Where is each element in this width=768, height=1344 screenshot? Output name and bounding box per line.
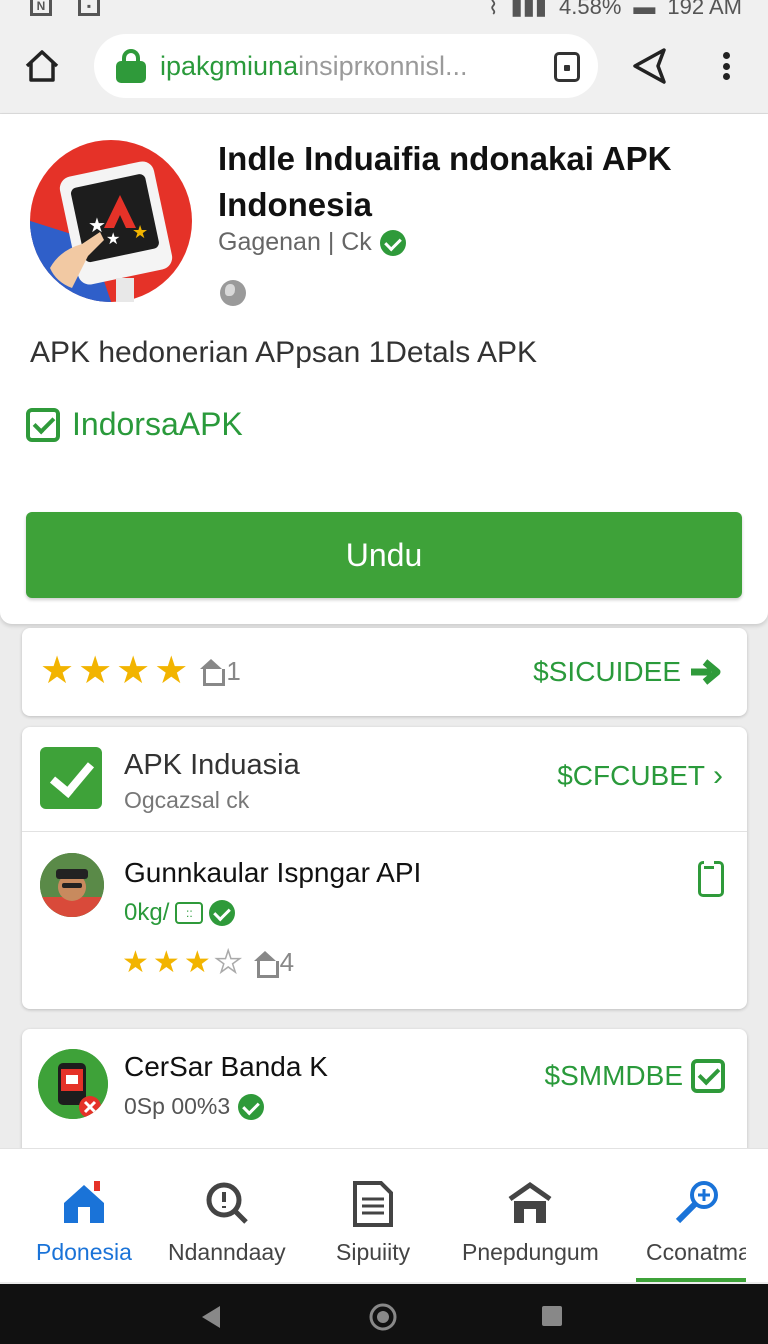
overflow-menu-icon[interactable] (716, 46, 736, 86)
lock-icon (116, 49, 146, 83)
globe-icon[interactable] (220, 280, 246, 306)
svg-text:★: ★ (88, 213, 106, 237)
browser-toolbar: ipakgmiuna insiprкonnisl... (0, 22, 768, 114)
home-icon (63, 1181, 104, 1223)
download-button[interactable]: Undu (26, 512, 742, 598)
star-icon: ★ (154, 650, 189, 692)
svg-text:★: ★ (132, 222, 148, 243)
divider (22, 831, 747, 832)
avatar[interactable] (40, 853, 104, 917)
rating-stars: ★ ★ ★ ★ 4 (122, 945, 295, 979)
wifi-icon: ⌇ (487, 0, 499, 19)
app-card-subtitle: 0Sp 00%3 (124, 1093, 265, 1120)
app-card-link-label: $SMMDBE (544, 1060, 683, 1091)
star-icon: ★ (152, 945, 180, 979)
notification-icons: N ▪ (30, 0, 100, 16)
nav-item-search[interactable]: Ndanndaay (168, 1179, 286, 1266)
svg-text:★: ★ (106, 229, 120, 248)
clock: 192 AM (667, 0, 742, 19)
list-item-size: 0kg/ (124, 899, 170, 926)
share-icon[interactable] (630, 46, 670, 86)
battery-text: 4.58% (559, 0, 622, 19)
nav-label: Ndanndaay (168, 1239, 286, 1265)
checkbox-icon (691, 1059, 725, 1093)
nav-item-zoom[interactable]: Cconatma (646, 1179, 746, 1266)
app-icon (38, 1049, 108, 1119)
address-bar[interactable]: ipakgmiuna insiprкonnisl... (94, 34, 598, 98)
notification-n-icon: N (30, 0, 52, 16)
document-icon (353, 1181, 394, 1227)
zoom-icon (675, 1181, 718, 1224)
nav-item-document[interactable]: Sipuiity (336, 1179, 410, 1266)
app-card-title[interactable]: CerSar Banda K (124, 1051, 328, 1083)
list-item-link[interactable]: $CFCUBET › (557, 759, 723, 793)
star-icon: ★ (78, 650, 113, 692)
active-tab-indicator (636, 1278, 746, 1282)
list-link-label: $CFCUBET (557, 760, 705, 791)
rating-card: ★ ★ ★ ★ 1 $SICUIDEE (22, 628, 747, 716)
review-count: 4 (253, 947, 295, 978)
badge-label: IndorsaAPK (72, 406, 243, 442)
nav-item-store[interactable]: Pnepdungum (462, 1179, 599, 1266)
status-bar: N ▪ ⌇ ▮▮▮ 4.58% ▬ 192 AM (0, 0, 768, 22)
list-item-subtitle: 0kg/ :: (124, 899, 236, 927)
back-icon[interactable] (198, 1304, 224, 1330)
verified-icon (238, 1093, 265, 1120)
list-item-title[interactable]: APK Induasia (124, 749, 300, 782)
house-icon (200, 659, 226, 686)
review-count: 1 (200, 655, 241, 687)
search-icon (206, 1182, 248, 1224)
house-icon (253, 950, 279, 978)
store-icon (508, 1181, 552, 1223)
endorsed-badge: IndorsaAPK (26, 406, 243, 443)
star-icon: ★ (183, 945, 211, 979)
tabs-icon[interactable] (554, 52, 580, 82)
app-logo: ★ ★ ★ (30, 140, 192, 302)
rating-link-label: $SICUIDEE (533, 656, 681, 687)
status-right: ⌇ ▮▮▮ 4.58% ▬ 192 AM (488, 0, 742, 20)
notification-image-icon: ▪ (78, 0, 100, 16)
signal-icon: ▮▮▮ (510, 0, 547, 19)
review-count-value: 4 (279, 947, 295, 977)
check-app-icon (40, 747, 102, 809)
related-apps-card: APK Induasia Ogcazsal ck $CFCUBET › Gunn… (22, 727, 747, 1009)
app-card-link[interactable]: $SMMDBE (545, 1059, 725, 1093)
nav-item-home[interactable]: Pdonesia (36, 1179, 132, 1266)
list-item-subtitle: Ogcazsal ck (124, 787, 250, 813)
nav-label: Sipuiity (336, 1239, 411, 1265)
verified-icon (209, 900, 236, 926)
verified-icon (379, 229, 406, 256)
chip-icon: :: (175, 902, 204, 924)
review-count-value: 1 (226, 655, 241, 686)
app-header-card: ★ ★ ★ Indle Induaifia ndonakai APK Indon… (0, 114, 768, 624)
app-card-size: 0Sp 00%3 (124, 1093, 231, 1119)
developer-line: Gagenan | Ck (218, 228, 406, 257)
star-icon: ★ (40, 650, 75, 692)
arrow-right-icon (691, 659, 721, 685)
star-empty-icon: ★ (214, 945, 242, 979)
list-item-title[interactable]: Gunnkaular Ispngar API (124, 857, 421, 889)
url-path: insiprкonnisl... (298, 50, 468, 81)
home-button-icon[interactable] (368, 1302, 398, 1332)
nav-label: Pnepdungum (462, 1239, 599, 1265)
rating-stars: ★ ★ ★ ★ 1 (40, 652, 241, 690)
app-title: Indle Induaifia ndonakai APK Indonesia (218, 140, 672, 223)
recents-icon[interactable] (540, 1304, 564, 1328)
checkbox-icon (26, 407, 60, 442)
battery-icon: ▬ (633, 0, 656, 19)
star-icon: ★ (116, 650, 151, 692)
home-icon[interactable] (22, 46, 62, 86)
app-subtitle: APK hedonerian APpsan 1Detals APK (30, 336, 538, 369)
chevron-right-icon: › (713, 759, 723, 792)
nav-label: Cconatma (646, 1239, 746, 1265)
clipboard-icon[interactable] (698, 860, 724, 897)
url-host: ipakgmiuna (160, 50, 299, 81)
bottom-navigation: Pdonesia Ndanndaay Sipuiity Pnepdungum C… (0, 1148, 768, 1282)
rating-card-link[interactable]: $SICUIDEE (533, 656, 723, 688)
nav-label: Pdonesia (36, 1239, 132, 1265)
system-navigation (0, 1284, 768, 1344)
developer-name[interactable]: Gagenan | Ck (218, 228, 372, 257)
star-icon: ★ (122, 945, 149, 979)
